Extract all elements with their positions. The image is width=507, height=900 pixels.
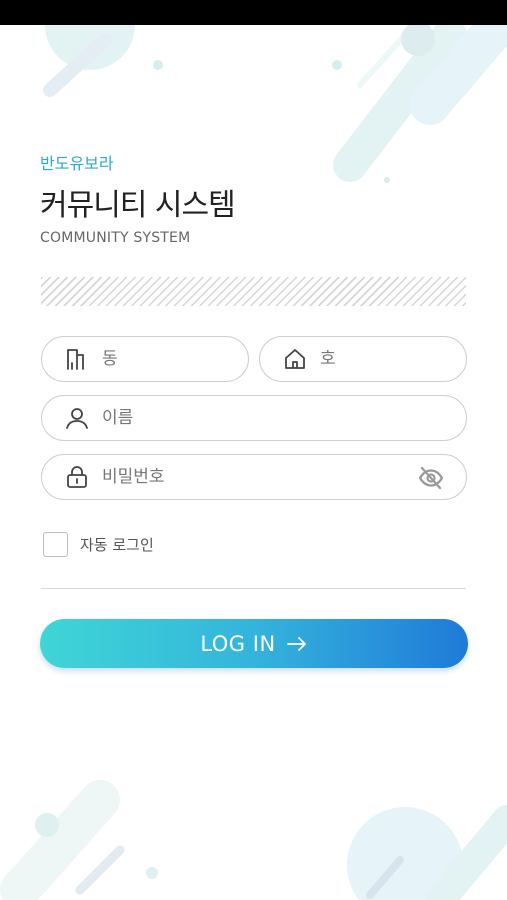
login-button[interactable]: LOG IN (40, 619, 468, 668)
page-title: 커뮤니티 시스템 (40, 188, 236, 223)
password-input[interactable] (100, 466, 359, 488)
status-bar (0, 0, 507, 25)
auto-login-checkbox[interactable] (43, 532, 68, 557)
bottom-decoration (0, 780, 507, 900)
user-icon (64, 405, 90, 431)
ho-field[interactable] (259, 336, 467, 382)
name-input[interactable] (100, 407, 359, 429)
eye-off-icon[interactable] (418, 465, 444, 491)
house-icon (282, 346, 308, 372)
arrow-right-icon (286, 636, 308, 652)
auto-login[interactable]: 자동 로그인 (43, 532, 154, 557)
auto-login-label: 자동 로그인 (80, 536, 154, 554)
dong-input[interactable] (100, 348, 228, 370)
brand-name: 반도유보라 (40, 154, 114, 173)
dong-field[interactable] (41, 336, 249, 382)
building-icon (64, 346, 90, 372)
login-button-label: LOG IN (200, 631, 276, 656)
password-field[interactable] (41, 454, 467, 500)
page-subtitle: COMMUNITY SYSTEM (40, 230, 191, 246)
lock-icon (64, 464, 90, 490)
ho-input[interactable] (318, 348, 446, 370)
hatch-divider (41, 277, 466, 306)
form-divider (41, 588, 466, 589)
name-field[interactable] (41, 395, 467, 441)
